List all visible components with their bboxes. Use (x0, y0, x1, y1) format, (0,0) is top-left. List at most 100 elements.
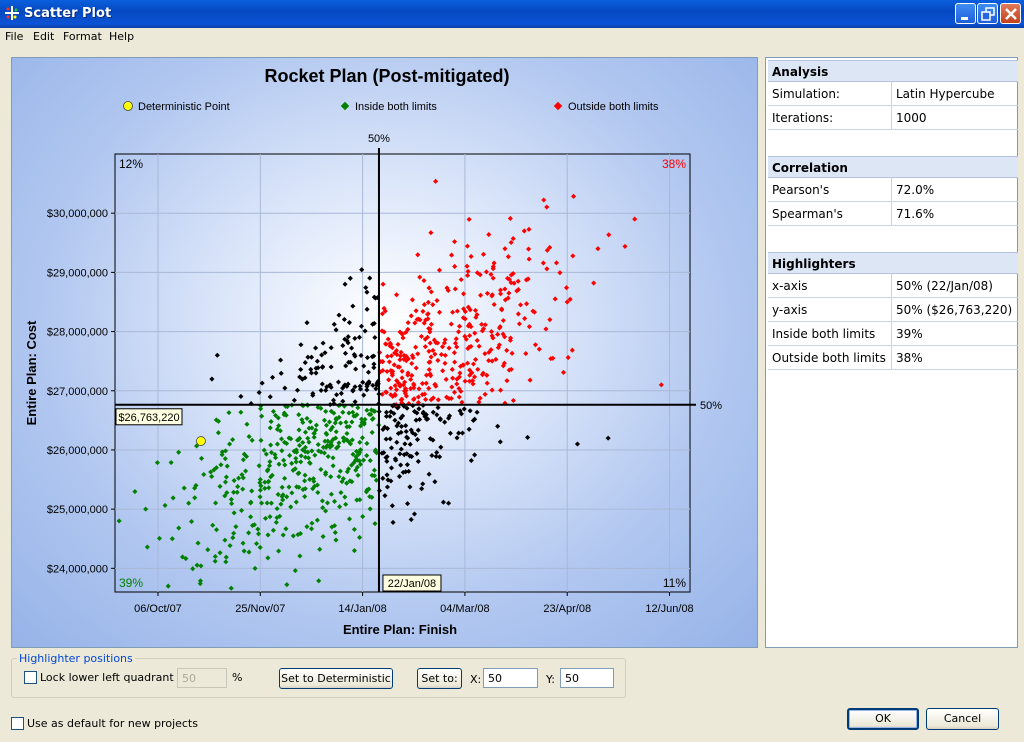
analysis-section: Analysis Simulation: Latin Hypercube Iter… (768, 60, 1018, 130)
point-inside (338, 490, 344, 496)
point-outside (557, 270, 563, 276)
quadrant-upper-left-percent: 12% (119, 157, 143, 171)
point-inside (284, 582, 290, 588)
point-inside (350, 409, 356, 415)
point-outside (506, 290, 512, 296)
point-other (437, 416, 443, 422)
point-other (298, 366, 304, 373)
point-other (403, 428, 409, 435)
point-inside (210, 522, 216, 528)
use-as-default-checkbox[interactable] (11, 717, 24, 730)
point-outside (423, 396, 429, 403)
stat-key: Inside both limits (772, 327, 876, 341)
point-sample (143, 506, 149, 512)
point-outside (421, 302, 427, 308)
point-inside (320, 533, 326, 540)
set-to-deterministic-button[interactable]: Set to Deterministic (279, 668, 393, 689)
point-sample (257, 476, 263, 483)
point-other (426, 471, 432, 477)
cancel-button[interactable]: Cancel (926, 708, 999, 730)
point-other (384, 472, 390, 478)
point-inside (240, 486, 246, 492)
point-outside (527, 377, 533, 383)
legend-marker-inside (340, 101, 350, 111)
scatter-chart[interactable]: Rocket Plan (Post-mitigated) Deterministi… (12, 58, 758, 648)
point-inside (282, 462, 288, 468)
y-tick-label: $28,000,000 (47, 327, 108, 339)
point-inside (367, 457, 373, 464)
point-other (319, 364, 325, 370)
point-other (415, 427, 421, 433)
point-other (413, 417, 419, 423)
point-outside (456, 394, 462, 400)
ok-button[interactable]: OK (847, 708, 919, 730)
stat-value: 38% (896, 351, 923, 365)
menu-help[interactable]: Help (109, 30, 134, 43)
point-inside (357, 534, 363, 541)
point-outside (502, 286, 508, 292)
point-sample (380, 281, 386, 287)
point-outside (455, 329, 462, 335)
point-outside (622, 243, 628, 249)
point-sample (574, 441, 581, 447)
point-inside (222, 537, 228, 543)
point-sample (186, 500, 192, 506)
scatter-chart-panel[interactable]: Rocket Plan (Post-mitigated) Deterministi… (11, 57, 758, 648)
point-other (396, 473, 403, 479)
quadrant-lower-left-percent: 39% (119, 576, 143, 590)
point-outside (451, 350, 457, 356)
menu-format[interactable]: Format (63, 30, 102, 43)
point-sample (347, 275, 353, 281)
lock-quadrant-checkbox[interactable] (24, 671, 37, 684)
point-inside (323, 408, 329, 414)
point-outside (486, 232, 492, 238)
point-other (304, 320, 310, 326)
point-inside (236, 475, 242, 481)
point-inside (248, 514, 254, 520)
y-position-input[interactable]: 50 (560, 668, 614, 688)
point-outside (427, 340, 433, 346)
point-outside (491, 301, 497, 308)
restore-button[interactable] (977, 3, 998, 24)
point-outside (450, 375, 456, 381)
point-other (342, 281, 348, 287)
title-bar[interactable]: Scatter Plot (0, 0, 1024, 28)
point-outside (428, 230, 434, 236)
point-inside (287, 452, 293, 458)
point-inside (351, 526, 357, 532)
minimize-button[interactable] (955, 3, 976, 24)
point-other (437, 454, 443, 460)
close-button[interactable] (1000, 3, 1021, 24)
point-other (390, 519, 396, 525)
menu-edit[interactable]: Edit (33, 30, 54, 43)
point-sample (212, 553, 218, 560)
point-other (419, 486, 425, 492)
point-outside (449, 252, 455, 258)
point-inside (270, 527, 276, 533)
point-inside (336, 474, 342, 480)
point-outside (483, 269, 489, 275)
point-inside (290, 533, 296, 539)
point-inside (281, 457, 287, 463)
stat-row-iterations: Iterations: 1000 (768, 106, 1018, 130)
point-other (335, 379, 342, 385)
point-inside (355, 472, 361, 478)
point-inside (227, 543, 233, 549)
point-other (358, 323, 365, 329)
point-inside (302, 493, 308, 500)
lock-quadrant-input[interactable]: 50 (177, 668, 227, 688)
point-outside (544, 204, 550, 210)
y-tick-label: $24,000,000 (47, 563, 108, 575)
stat-row-simulation: Simulation: Latin Hypercube (768, 82, 1018, 106)
minimize-icon (961, 17, 968, 20)
set-to-button[interactable]: Set to: (417, 668, 462, 689)
point-outside (382, 341, 389, 347)
point-sample (116, 518, 122, 524)
point-inside (261, 447, 267, 453)
point-inside (282, 475, 288, 481)
point-other (438, 444, 444, 450)
menu-file[interactable]: File (5, 30, 23, 43)
point-inside (273, 519, 279, 525)
point-inside (213, 500, 219, 506)
x-position-input[interactable]: 50 (483, 668, 538, 688)
